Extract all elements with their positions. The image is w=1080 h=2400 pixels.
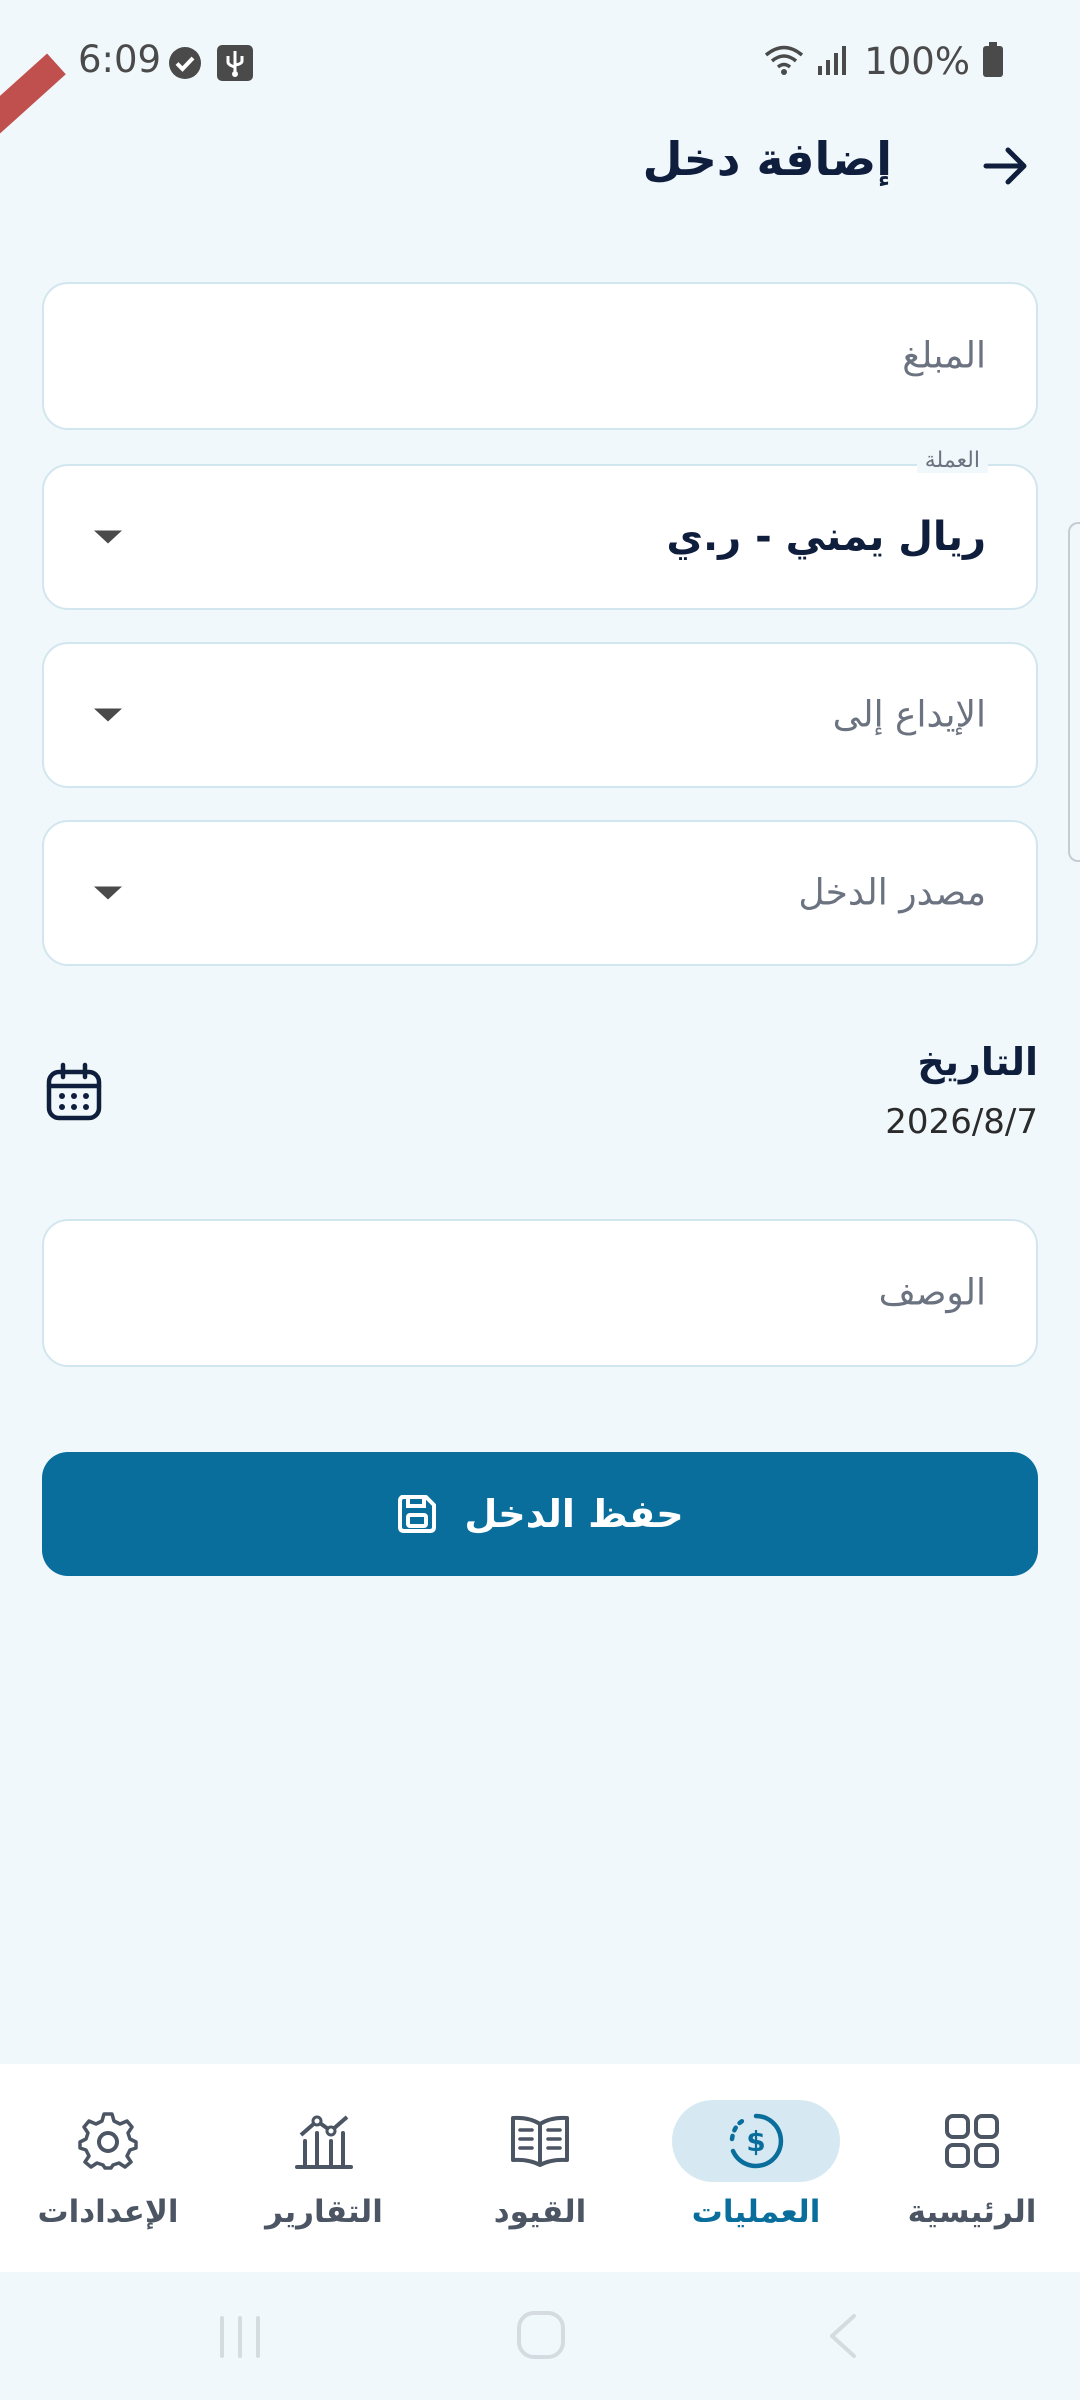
deposit-to-dropdown[interactable]: الإيداع إلى <box>42 642 1038 788</box>
gear-icon <box>78 2112 138 2170</box>
nav-label-settings: الإعدادات <box>37 2194 179 2230</box>
nav-item-settings[interactable]: الإعدادات <box>0 2064 216 2272</box>
save-income-label: حفظ الدخل <box>464 1492 684 1536</box>
svg-text:$: $ <box>746 2125 765 2158</box>
check-circle-icon <box>168 46 202 84</box>
dollar-cycle-icon: $ <box>729 2113 784 2169</box>
income-source-dropdown[interactable]: مصدر الدخل <box>42 820 1038 966</box>
home-icon <box>517 2311 565 2359</box>
arrow-right-icon <box>983 147 1027 185</box>
nav-label-transactions: العمليات <box>691 2194 821 2230</box>
currency-label: العملة <box>916 448 988 473</box>
deposit-to-placeholder: الإيداع إلى <box>832 694 986 736</box>
save-income-button[interactable]: حفظ الدخل <box>42 1452 1038 1576</box>
bottom-nav: الرئيسية $ العمليات القيود التقارير الإع… <box>0 2064 1080 2272</box>
date-label: التاريخ <box>917 1040 1038 1084</box>
save-icon <box>398 1495 437 1533</box>
caret-down-icon <box>94 530 122 544</box>
edge-panel-handle[interactable] <box>1068 522 1080 862</box>
page-title: إضافة دخل <box>642 132 892 186</box>
nav-label-home: الرئيسية <box>907 2194 1037 2230</box>
nav-item-reports[interactable]: التقارير <box>216 2064 432 2272</box>
description-placeholder: الوصف <box>878 1272 986 1314</box>
system-back-button[interactable] <box>826 2312 860 2364</box>
income-source-placeholder: مصدر الدخل <box>798 872 986 914</box>
battery-icon <box>982 41 1004 82</box>
nav-item-home[interactable]: الرئيسية <box>864 2064 1080 2272</box>
home-button[interactable] <box>516 2310 566 2364</box>
debug-ribbon <box>0 53 66 135</box>
currency-dropdown[interactable]: العملة ريال يمني - ر.ي <box>42 448 1038 610</box>
nav-label-reports: التقارير <box>265 2194 383 2230</box>
battery-percent: 100% <box>864 40 970 83</box>
caret-down-icon <box>94 886 122 900</box>
currency-value: ريال يمني - ر.ي <box>666 514 986 560</box>
usb-icon <box>216 44 254 86</box>
caret-down-icon <box>94 708 122 722</box>
back-button[interactable] <box>978 138 1034 194</box>
chevron-left-icon <box>830 2314 856 2358</box>
grid-icon <box>945 2114 999 2168</box>
recent-apps-button[interactable] <box>216 2314 264 2364</box>
calendar-icon <box>46 1062 102 1121</box>
description-field[interactable]: الوصف <box>42 1219 1038 1367</box>
status-bar: 6:09 100% <box>0 0 1080 135</box>
system-nav-bar <box>0 2272 1080 2400</box>
nav-item-journal[interactable]: القيود <box>432 2064 648 2272</box>
wifi-icon <box>764 44 804 80</box>
calendar-button[interactable] <box>44 1062 104 1122</box>
nav-label-journal: القيود <box>493 2194 587 2230</box>
book-icon <box>511 2115 569 2167</box>
chart-icon <box>295 2115 353 2169</box>
amount-placeholder: المبلغ <box>902 335 986 377</box>
date-value: 2026/8/7 <box>885 1102 1038 1142</box>
nav-item-transactions[interactable]: $ العمليات <box>648 2064 864 2272</box>
recent-apps-icon <box>220 2316 260 2358</box>
signal-icon <box>816 44 852 80</box>
status-time: 6:09 <box>78 38 162 81</box>
amount-field[interactable]: المبلغ <box>42 282 1038 430</box>
